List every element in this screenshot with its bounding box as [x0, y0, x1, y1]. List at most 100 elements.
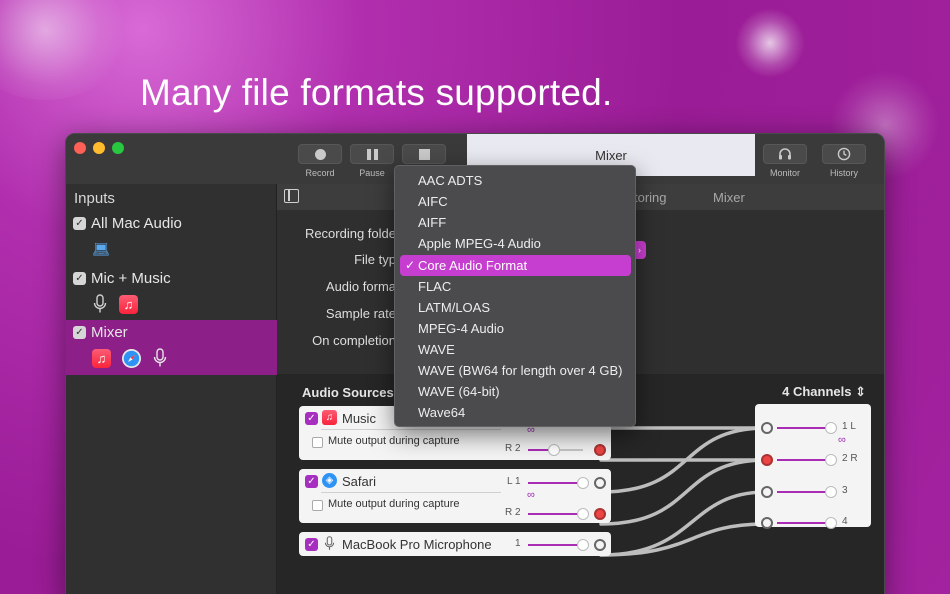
minimize-window-button[interactable]	[93, 142, 105, 154]
sidebar-item-mixer[interactable]: ✓ Mixer ♫	[66, 320, 277, 375]
output-port[interactable]	[594, 477, 606, 489]
menu-item[interactable]: Wave64	[400, 402, 631, 423]
sidebar-item-mic-music[interactable]: ✓ Mic + Music ♫	[66, 266, 277, 320]
volume-slider-knob[interactable]	[577, 539, 589, 551]
volume-slider-fill	[528, 482, 583, 484]
source-card-safari: ✓ ◈ Safari Mute output during capture L …	[299, 469, 611, 523]
mute-label: Mute output during capture	[328, 498, 460, 510]
menu-item[interactable]: FLAC	[400, 276, 631, 297]
checkbox[interactable]: ✓	[73, 326, 86, 339]
channel-label: R 2	[505, 507, 521, 518]
output-label: 4	[842, 516, 848, 527]
link-icon: ∞	[838, 434, 846, 446]
volume-slider-knob[interactable]	[825, 486, 837, 498]
source-name: MacBook Pro Microphone	[342, 537, 492, 552]
music-icon: ♫	[322, 410, 337, 425]
music-icon: ♫	[119, 294, 138, 314]
sidebar-title: Inputs	[74, 190, 115, 207]
pause-icon	[366, 148, 378, 160]
channels-label: 4 Channels	[782, 384, 852, 399]
record-icon	[314, 148, 326, 160]
source-checkbox[interactable]: ✓	[305, 412, 318, 425]
bokeh-light	[0, 0, 130, 100]
volume-slider-fill	[777, 427, 829, 429]
volume-slider-knob[interactable]	[825, 422, 837, 434]
volume-slider-fill	[777, 491, 829, 493]
sidebar-item-all-mac-audio[interactable]: ✓ All Mac Audio 💻︎	[66, 211, 277, 262]
menu-item[interactable]: WAVE	[400, 339, 631, 360]
pause-button[interactable]: Pause	[350, 144, 394, 178]
checkbox[interactable]: ✓	[73, 217, 86, 230]
output-port[interactable]	[594, 539, 606, 551]
menu-item[interactable]: AIFC	[400, 191, 631, 212]
channels-selector[interactable]: 4 Channels ⇕	[782, 384, 866, 400]
volume-slider-knob[interactable]	[548, 444, 560, 456]
mic-icon	[153, 348, 167, 367]
menu-item-selected[interactable]: ✓ Core Audio Format	[400, 255, 631, 276]
input-port[interactable]	[761, 454, 773, 466]
output-label: 1 L	[842, 421, 856, 432]
record-button[interactable]: Record	[298, 144, 342, 178]
source-name: Music	[342, 411, 376, 426]
menu-item[interactable]: MPEG-4 Audio	[400, 318, 631, 339]
mic-icon	[93, 294, 107, 313]
mute-checkbox[interactable]	[312, 500, 323, 511]
menu-item[interactable]: AIFF	[400, 212, 631, 233]
record-label: Record	[305, 168, 335, 178]
output-label: 2 R	[842, 453, 858, 464]
headline: Many file formats supported.	[140, 72, 613, 113]
mute-label: Mute output during capture	[328, 435, 460, 447]
zoom-window-button[interactable]	[112, 142, 124, 154]
channel-label: R 2	[505, 443, 521, 454]
menu-item[interactable]: WAVE (64-bit)	[400, 381, 631, 402]
audio-format-label: Audio forma	[325, 279, 396, 294]
volume-slider-knob[interactable]	[825, 517, 837, 529]
input-port[interactable]	[761, 422, 773, 434]
file-type-menu: AAC ADTS AIFC AIFF Apple MPEG-4 Audio ✓ C…	[394, 165, 636, 427]
input-label: All Mac Audio	[91, 215, 182, 232]
volume-slider-knob[interactable]	[577, 508, 589, 520]
source-checkbox[interactable]: ✓	[305, 538, 318, 551]
audio-sources-title: Audio Sources	[302, 385, 394, 400]
output-port[interactable]	[594, 444, 606, 456]
laptop-icon: 💻︎	[92, 241, 110, 257]
history-button[interactable]: History	[822, 144, 866, 178]
mute-checkbox[interactable]	[312, 437, 323, 448]
on-completion-label: On completion	[312, 333, 396, 348]
volume-slider-fill	[777, 459, 829, 461]
stop-icon	[418, 148, 430, 160]
volume-slider-knob[interactable]	[825, 454, 837, 466]
menu-item[interactable]: Apple MPEG-4 Audio	[400, 233, 631, 254]
tab-monitoring[interactable]: toring	[634, 190, 667, 205]
music-icon: ♫	[92, 348, 111, 368]
headphones-icon	[779, 148, 791, 160]
history-label: History	[829, 168, 858, 178]
output-label: 3	[842, 485, 848, 496]
tab-mixer-sub[interactable]: Mixer	[713, 190, 745, 205]
safari-icon	[122, 348, 141, 368]
monitor-button[interactable]: Monitor	[763, 144, 807, 178]
close-window-button[interactable]	[74, 142, 86, 154]
volume-slider-fill	[528, 544, 583, 546]
menu-item[interactable]: LATM/LOAS	[400, 297, 631, 318]
link-icon: ∞	[527, 489, 535, 501]
bokeh-light	[735, 8, 805, 78]
input-port[interactable]	[761, 486, 773, 498]
pause-label: Pause	[359, 168, 385, 178]
output-port[interactable]	[594, 508, 606, 520]
channel-label: 1	[515, 538, 521, 549]
safari-icon: ◈	[322, 473, 337, 488]
source-checkbox[interactable]: ✓	[305, 475, 318, 488]
menu-item[interactable]: AAC ADTS	[400, 170, 631, 191]
sidebar-toggle-icon[interactable]	[284, 189, 299, 203]
channel-label: L 1	[507, 476, 521, 487]
checkbox[interactable]: ✓	[73, 272, 86, 285]
sample-rate-label: Sample rate	[325, 306, 396, 321]
volume-slider-knob[interactable]	[577, 477, 589, 489]
input-port[interactable]	[761, 517, 773, 529]
volume-slider-fill	[777, 522, 829, 524]
clock-icon	[837, 147, 851, 161]
input-label: Mixer	[91, 324, 128, 341]
inputs-sidebar: Inputs ✓ All Mac Audio 💻︎ ✓ Mic + Music …	[66, 184, 277, 594]
menu-item[interactable]: WAVE (BW64 for length over 4 GB)	[400, 360, 631, 381]
